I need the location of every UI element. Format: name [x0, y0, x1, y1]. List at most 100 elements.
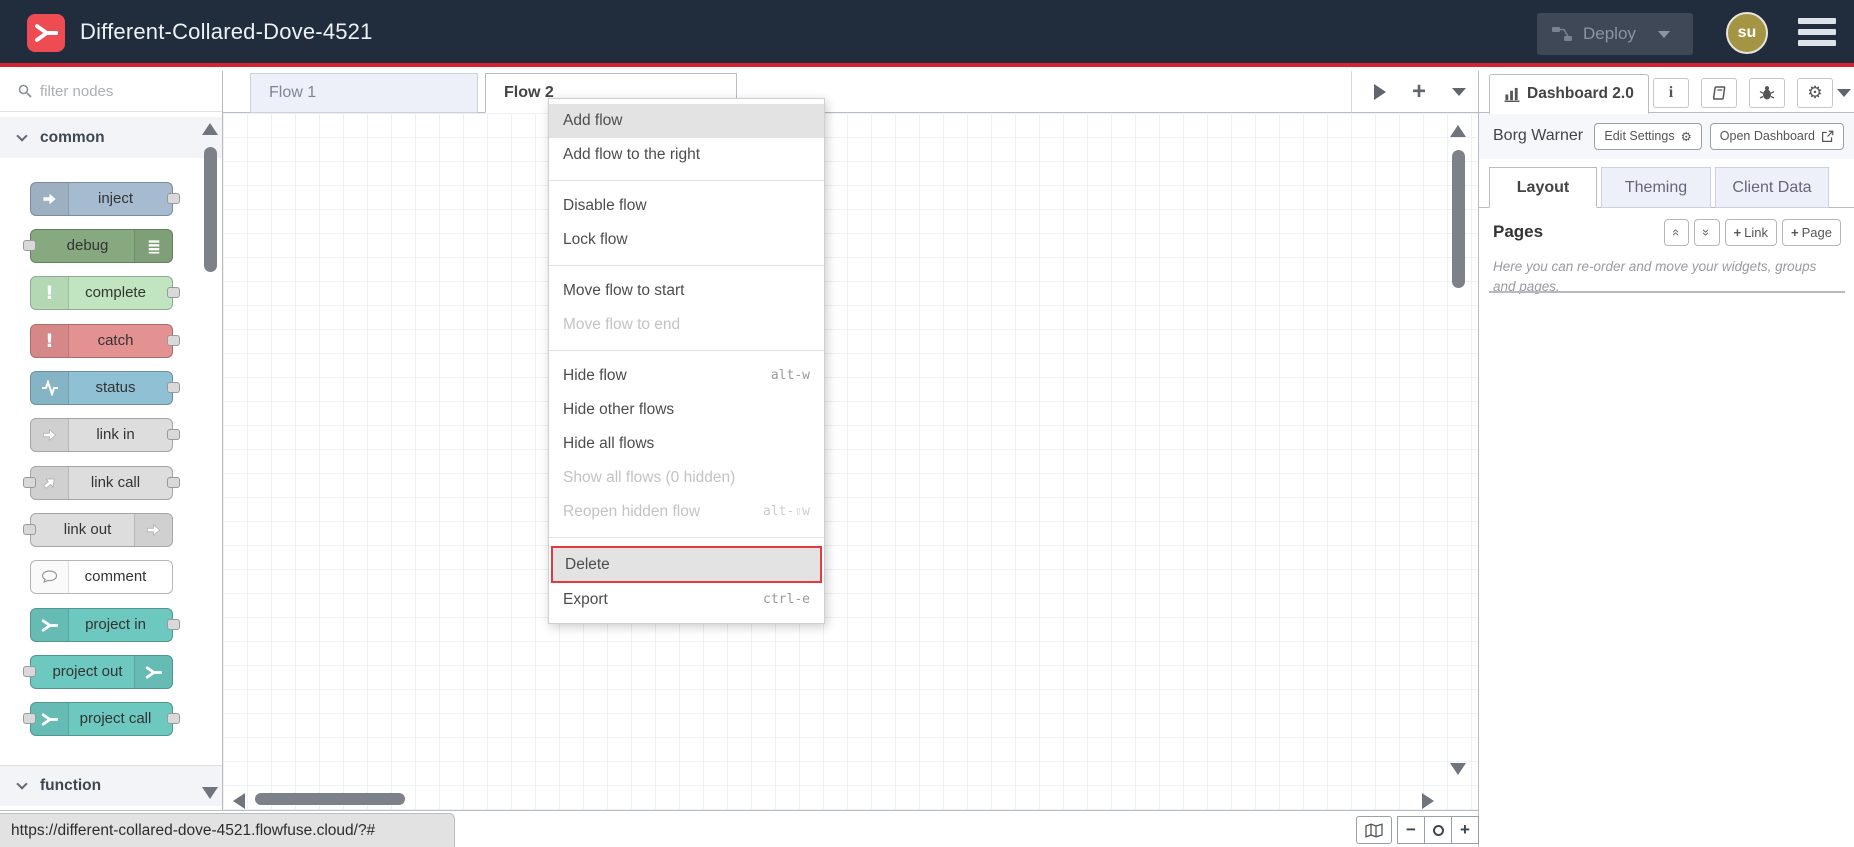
menu-item-move-flow-start[interactable]: Move flow to start — [549, 274, 824, 308]
menu-item-add-flow[interactable]: Add flow — [549, 104, 824, 138]
zoom-out-icon: − — [1406, 820, 1416, 839]
plus-icon: + — [1733, 224, 1742, 240]
menu-item-add-flow-right[interactable]: Add flow to the right — [549, 138, 824, 172]
open-dashboard-button[interactable]: Open Dashboard — [1709, 122, 1844, 150]
tab-layout[interactable]: Layout — [1489, 167, 1597, 208]
node-port — [23, 477, 36, 488]
zoom-out-button[interactable]: − — [1397, 816, 1425, 844]
node-port — [167, 619, 180, 630]
main-menu-icon[interactable] — [1798, 18, 1836, 50]
node-label: link out — [63, 521, 112, 538]
menu-item-move-flow-end: Move flow to end — [563, 316, 681, 333]
menu-item-hide-flow[interactable]: Hide flow alt-w — [549, 359, 824, 393]
config-button[interactable]: ⚙ — [1797, 78, 1833, 108]
edit-settings-button[interactable]: Edit Settings ⚙ — [1594, 122, 1702, 150]
flow-context-menu: Add flow Add flow to the right Disable f… — [548, 98, 825, 624]
flow-list-icon[interactable] — [1452, 87, 1466, 96]
node-port — [167, 287, 180, 298]
book-icon — [1712, 86, 1726, 100]
palette-category-function[interactable]: function — [0, 765, 222, 806]
help-button[interactable] — [1701, 78, 1737, 108]
palette-scroll-thumb[interactable] — [204, 147, 217, 272]
chevron-down-icon — [16, 778, 28, 790]
menu-item-hide-other-flows[interactable]: Hide other flows — [549, 393, 824, 427]
node-port — [167, 193, 180, 204]
node-port — [23, 713, 36, 724]
tab-client-data[interactable]: Client Data — [1715, 167, 1829, 208]
canvas-vscroll-thumb[interactable] — [1452, 150, 1465, 288]
chevron-down-icon — [16, 129, 28, 142]
tab-flow-1[interactable]: Flow 1 — [250, 73, 478, 113]
expand-all-button[interactable]: » — [1694, 218, 1720, 246]
palette-scroll-down[interactable] — [202, 787, 218, 799]
palette-node-status[interactable]: status — [30, 371, 180, 405]
add-link-button[interactable]: + Link — [1724, 218, 1778, 246]
palette-node-project-call[interactable]: project call — [23, 702, 180, 736]
sidebar-menu-icon[interactable] — [1837, 89, 1851, 97]
dashboard-project-row: Borg Warner Edit Settings ⚙ Open Dashboa… — [1479, 113, 1854, 159]
menu-separator — [549, 350, 824, 351]
node-label: status — [95, 379, 136, 396]
search-icon — [18, 84, 32, 98]
bug-icon — [1759, 86, 1775, 100]
info-button[interactable]: i — [1653, 78, 1689, 108]
deploy-label: Deploy — [1583, 24, 1636, 43]
menu-item-export[interactable]: Export ctrl-e — [549, 583, 824, 617]
status-url: https://different-collared-dove-4521.flo… — [11, 822, 376, 839]
page-title: Different-Collared-Dove-4521 — [80, 19, 373, 44]
next-tab-icon[interactable] — [1373, 83, 1386, 100]
dashboard-subtabs: Layout Theming Client Data — [1479, 167, 1854, 208]
filter-nodes-input[interactable] — [40, 82, 190, 100]
flowfuse-logo-icon — [27, 14, 65, 52]
palette-category-common[interactable]: common — [0, 117, 222, 158]
canvas-scroll-down[interactable] — [1450, 763, 1466, 775]
palette-node-complete[interactable]: ! complete — [30, 276, 180, 310]
palette-node-link-out[interactable]: link out — [23, 513, 173, 547]
avatar-initials: su — [1737, 24, 1757, 41]
flow-canvas[interactable] — [223, 113, 1478, 810]
palette-node-inject[interactable]: inject — [30, 182, 180, 216]
menu-item-delete[interactable]: Delete — [553, 548, 820, 581]
sidebar-tab-label: Dashboard 2.0 — [1527, 85, 1634, 102]
canvas-scroll-up[interactable] — [1450, 125, 1466, 137]
menu-item-disable-flow[interactable]: Disable flow — [549, 189, 824, 223]
pages-header-row: Pages « » + Link + Page — [1493, 217, 1841, 247]
palette-node-link-in[interactable]: link in — [30, 418, 180, 452]
node-port — [167, 713, 180, 724]
canvas-scroll-left[interactable] — [233, 793, 245, 809]
zoom-in-button[interactable]: + — [1451, 816, 1479, 844]
palette-node-catch[interactable]: ! catch — [30, 324, 180, 358]
node-label: catch — [97, 332, 134, 349]
menu-item-hide-all-flows[interactable]: Hide all flows — [549, 427, 824, 461]
palette-node-comment[interactable]: comment — [30, 560, 173, 594]
bar-chart-icon — [1504, 87, 1520, 102]
tab-theming[interactable]: Theming — [1601, 167, 1711, 208]
node-port — [167, 429, 180, 440]
palette-node-project-out[interactable]: project out — [23, 655, 173, 689]
add-flow-icon[interactable]: + — [1412, 79, 1426, 103]
deploy-caret-icon[interactable] — [1657, 30, 1670, 38]
tab-dashboard-2[interactable]: Dashboard 2.0 — [1489, 74, 1649, 114]
palette-node-debug[interactable]: debug — [23, 229, 173, 263]
menu-item-lock-flow[interactable]: Lock flow — [549, 223, 824, 257]
deploy-button[interactable]: Deploy — [1537, 13, 1693, 55]
node-label: project in — [85, 616, 146, 633]
palette-scroll-up[interactable] — [202, 123, 218, 135]
collapse-all-button[interactable]: « — [1664, 218, 1690, 246]
avatar[interactable]: su — [1726, 12, 1768, 54]
menu-item-show-all-flows: Show all flows (0 hidden) — [563, 469, 736, 486]
sidebar-divider — [1489, 291, 1845, 293]
node-label: debug — [66, 237, 109, 254]
add-page-button[interactable]: + Page — [1782, 218, 1841, 246]
minimap-button[interactable] — [1356, 816, 1392, 844]
palette-node-link-call[interactable]: link call — [23, 466, 180, 500]
palette-filter[interactable] — [0, 71, 222, 112]
debug-button[interactable] — [1749, 78, 1785, 108]
canvas-scroll-right[interactable] — [1422, 793, 1434, 809]
menu-item-reopen-hidden-flow: Reopen hidden flow alt-⇧w — [563, 503, 810, 520]
right-sidebar: Dashboard 2.0 i ⚙ Borg Warner Edit Setti… — [1478, 71, 1854, 847]
zoom-reset-button[interactable] — [1424, 816, 1452, 844]
zoom-reset-icon — [1432, 824, 1444, 836]
canvas-hscroll-thumb[interactable] — [255, 793, 405, 805]
palette-node-project-in[interactable]: project in — [30, 608, 180, 642]
